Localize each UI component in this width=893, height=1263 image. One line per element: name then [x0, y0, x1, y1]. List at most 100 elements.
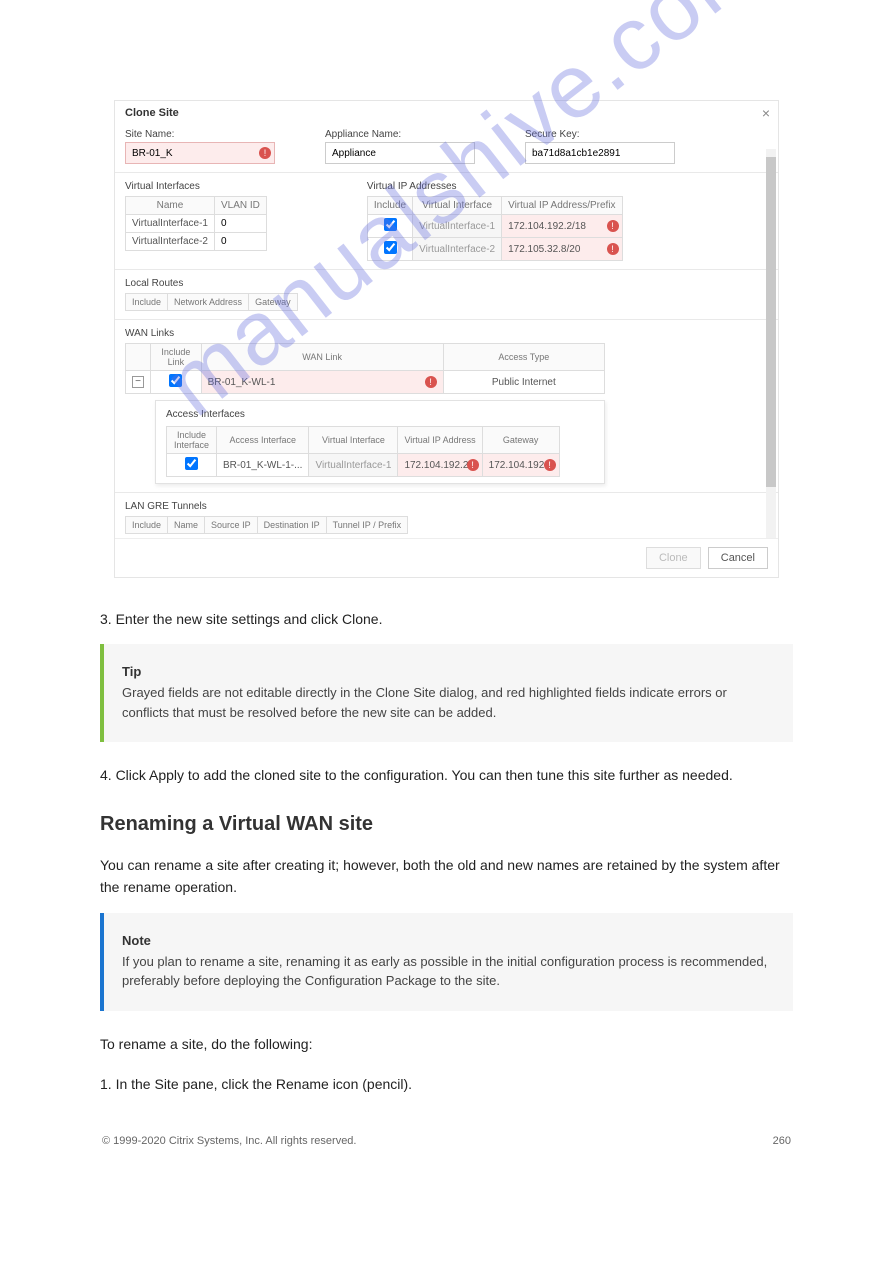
vif-name-cell: VirtualInterface-1: [126, 215, 215, 233]
local-routes-table: Include Network Address Gateway: [125, 293, 298, 311]
virtual-ip-table: Include Virtual Interface Virtual IP Add…: [367, 196, 623, 261]
col-vlan: VLAN ID: [214, 197, 266, 215]
col-include: Include: [126, 517, 168, 534]
site-name-label: Site Name:: [125, 129, 275, 140]
local-routes-section: Local Routes Include Network Address Gat…: [125, 278, 768, 311]
col-tunnel-ip: Tunnel IP / Prefix: [326, 517, 408, 534]
error-icon: !: [425, 376, 437, 388]
close-icon[interactable]: ×: [762, 105, 770, 121]
tip-body: Grayed fields are not editable directly …: [122, 683, 775, 722]
col-wan-link: WAN Link: [201, 344, 443, 371]
note-label: Note: [122, 933, 775, 948]
appliance-name-input[interactable]: [325, 142, 475, 164]
rename-heading: Renaming a Virtual WAN site: [100, 813, 793, 836]
table-row: VirtualInterface-1 172.104.192.2/18 !: [367, 215, 622, 238]
secure-key-field: Secure Key:: [525, 129, 675, 164]
wan-link-cell[interactable]: BR-01_K-WL-1 !: [201, 371, 443, 394]
secure-key-label: Secure Key:: [525, 129, 675, 140]
virtual-interfaces-title: Virtual Interfaces: [125, 181, 267, 192]
access-type-cell: Public Internet: [443, 371, 604, 394]
vip-addr-cell[interactable]: 172.105.32.8/20 !: [502, 238, 622, 261]
virtual-ip-section: Virtual IP Addresses Include Virtual Int…: [367, 181, 623, 261]
page-footer: © 1999-2020 Citrix Systems, Inc. All rig…: [100, 1135, 793, 1147]
site-name-input[interactable]: [125, 142, 275, 164]
col-name: Name: [126, 197, 215, 215]
access-interfaces-table: Include Interface Access Interface Virtu…: [166, 426, 560, 477]
vlan-id-input[interactable]: [221, 218, 251, 229]
site-name-field: Site Name: !: [125, 129, 275, 164]
access-interface-cell: BR-01_K-WL-1-...: [217, 454, 309, 477]
wan-link-value: BR-01_K-WL-1: [208, 377, 276, 388]
vip-addr-cell[interactable]: 172.104.192.2/18 !: [502, 215, 622, 238]
ai-vif-cell: VirtualInterface-1: [309, 454, 398, 477]
rename-steps-intro: To rename a site, do the following:: [100, 1033, 793, 1055]
col-gateway: Gateway: [482, 427, 559, 454]
table-row: VirtualInterface-2 172.105.32.8/20 !: [367, 238, 622, 261]
col-source-ip: Source IP: [205, 517, 258, 534]
include-link-checkbox[interactable]: [169, 374, 182, 387]
clone-button[interactable]: Clone: [646, 547, 701, 569]
col-access-type: Access Type: [443, 344, 604, 371]
dialog-footer: Clone Cancel: [115, 538, 778, 577]
col-vif: Virtual Interface: [413, 197, 502, 215]
col-virtual-ip: Virtual IP Address: [398, 427, 482, 454]
col-network-address: Network Address: [168, 294, 249, 311]
copyright-text: © 1999-2020 Citrix Systems, Inc. All rig…: [102, 1135, 356, 1147]
vip-addr-value: 172.104.192.2/18: [508, 221, 586, 232]
col-destination-ip: Destination IP: [257, 517, 326, 534]
error-icon: !: [607, 243, 619, 255]
access-interfaces-panel: Access Interfaces Include Interface Acce…: [155, 400, 605, 484]
table-row: − BR-01_K-WL-1 ! Public Internet: [126, 371, 605, 394]
include-checkbox[interactable]: [384, 218, 397, 231]
expand-toggle[interactable]: −: [132, 376, 144, 388]
wan-links-table: Include Link WAN Link Access Type − BR-0…: [125, 343, 605, 394]
dialog-header: Clone Site ×: [115, 101, 778, 121]
table-row: VirtualInterface-2: [126, 233, 267, 251]
error-icon: !: [544, 459, 556, 471]
col-gateway: Gateway: [249, 294, 298, 311]
vip-vif-cell: VirtualInterface-2: [413, 238, 502, 261]
col-include-interface: Include Interface: [167, 427, 217, 454]
col-virtual-interface: Virtual Interface: [309, 427, 398, 454]
virtual-interfaces-section: Virtual Interfaces Name VLAN ID VirtualI…: [125, 181, 267, 261]
scrollbar-thumb[interactable]: [766, 157, 776, 487]
wan-links-title: WAN Links: [125, 328, 768, 339]
virtual-ip-title: Virtual IP Addresses: [367, 181, 623, 192]
error-icon: !: [607, 220, 619, 232]
ai-vip-cell[interactable]: 172.104.192.2 !: [398, 454, 482, 477]
wan-links-section: WAN Links Include Link WAN Link Access T…: [125, 328, 768, 484]
lan-gre-table: Include Name Source IP Destination IP Tu…: [125, 516, 408, 534]
cancel-button[interactable]: Cancel: [708, 547, 768, 569]
table-row: BR-01_K-WL-1-... VirtualInterface-1 172.…: [167, 454, 560, 477]
table-row: VirtualInterface-1: [126, 215, 267, 233]
secure-key-input[interactable]: [525, 142, 675, 164]
error-icon: !: [259, 147, 271, 159]
local-routes-title: Local Routes: [125, 278, 768, 289]
appliance-name-field: Appliance Name:: [325, 129, 475, 164]
dialog-title: Clone Site: [125, 107, 179, 119]
include-checkbox[interactable]: [384, 241, 397, 254]
doc-step-3: 3. Enter the new site settings and click…: [100, 608, 793, 630]
vlan-id-input[interactable]: [221, 236, 251, 247]
include-interface-checkbox[interactable]: [185, 457, 198, 470]
note-body: If you plan to rename a site, renaming i…: [122, 952, 775, 991]
vif-name-cell: VirtualInterface-2: [126, 233, 215, 251]
vip-addr-value: 172.105.32.8/20: [508, 244, 580, 255]
rename-paragraph: You can rename a site after creating it;…: [100, 854, 793, 899]
col-addr: Virtual IP Address/Prefix: [502, 197, 622, 215]
error-icon: !: [467, 459, 479, 471]
ai-gw-cell[interactable]: 172.104.192.1 !: [482, 454, 559, 477]
vip-vif-cell: VirtualInterface-1: [413, 215, 502, 238]
lan-gre-section: LAN GRE Tunnels Include Name Source IP D…: [125, 501, 768, 534]
col-include: Include: [367, 197, 412, 215]
col-access-interface: Access Interface: [217, 427, 309, 454]
rename-step-1: 1. In the Site pane, click the Rename ic…: [100, 1073, 793, 1095]
access-interfaces-title: Access Interfaces: [166, 409, 594, 420]
clone-site-dialog: Clone Site × ▴ ▾ Site Name: ! Appliance …: [114, 100, 779, 578]
page-number: 260: [773, 1135, 791, 1147]
col-include: Include: [126, 294, 168, 311]
tip-label: Tip: [122, 664, 775, 679]
doc-step-4: 4. Click Apply to add the cloned site to…: [100, 764, 793, 786]
note-box: Note If you plan to rename a site, renam…: [100, 913, 793, 1011]
tip-box: Tip Grayed fields are not editable direc…: [100, 644, 793, 742]
